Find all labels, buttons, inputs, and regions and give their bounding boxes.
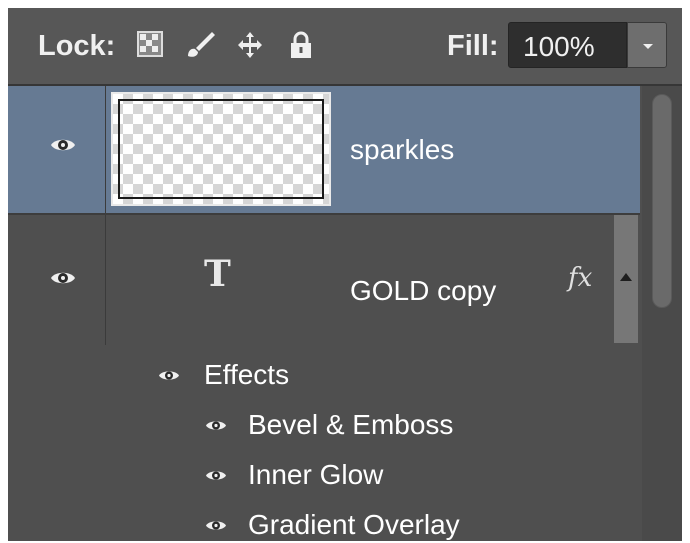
visibility-column — [8, 86, 106, 213]
eye-icon[interactable] — [205, 468, 227, 488]
effect-item[interactable]: Bevel & Emboss — [248, 409, 453, 441]
layers-panel: Lock: Fill: 100% sparkles T GOLD copy fx… — [8, 8, 682, 541]
lock-position-icon[interactable] — [235, 30, 265, 65]
fill-label: Fill: — [447, 30, 499, 62]
scrollbar[interactable] — [642, 86, 682, 541]
fill-value: 100% — [523, 31, 595, 62]
layer-thumbnail[interactable] — [111, 92, 331, 206]
effect-item[interactable]: Gradient Overlay — [248, 509, 460, 541]
effect-item[interactable]: Inner Glow — [248, 459, 383, 491]
eye-icon[interactable] — [50, 269, 76, 292]
layer-row-gold-copy[interactable]: T GOLD copy fx Effects Bevel & Emboss In… — [8, 215, 640, 541]
lock-label: Lock: — [38, 30, 116, 62]
eye-icon[interactable] — [205, 518, 227, 538]
thumbnail-frame — [118, 99, 324, 199]
effects-label: Effects — [204, 359, 290, 390]
eye-icon[interactable] — [205, 418, 227, 438]
fill-dropdown-button[interactable] — [627, 22, 667, 68]
scrollbar-thumb[interactable] — [652, 94, 672, 308]
lock-transparent-pixels-icon[interactable] — [136, 30, 164, 63]
lock-image-pixels-icon[interactable] — [184, 30, 216, 65]
layer-name[interactable]: GOLD copy — [350, 275, 496, 307]
effects-collapse-button[interactable] — [614, 215, 638, 343]
lock-all-icon[interactable] — [288, 30, 314, 65]
text-layer-icon[interactable]: T — [204, 253, 231, 295]
fx-icon[interactable]: fx — [568, 263, 592, 293]
eye-icon[interactable] — [158, 368, 180, 388]
visibility-column — [8, 215, 106, 345]
lock-fill-bar: Lock: Fill: 100% — [8, 8, 682, 86]
eye-icon[interactable] — [50, 136, 76, 159]
fill-input[interactable]: 100% — [508, 22, 627, 68]
layer-row-sparkles[interactable]: sparkles — [8, 86, 640, 215]
layer-name[interactable]: sparkles — [350, 134, 454, 166]
